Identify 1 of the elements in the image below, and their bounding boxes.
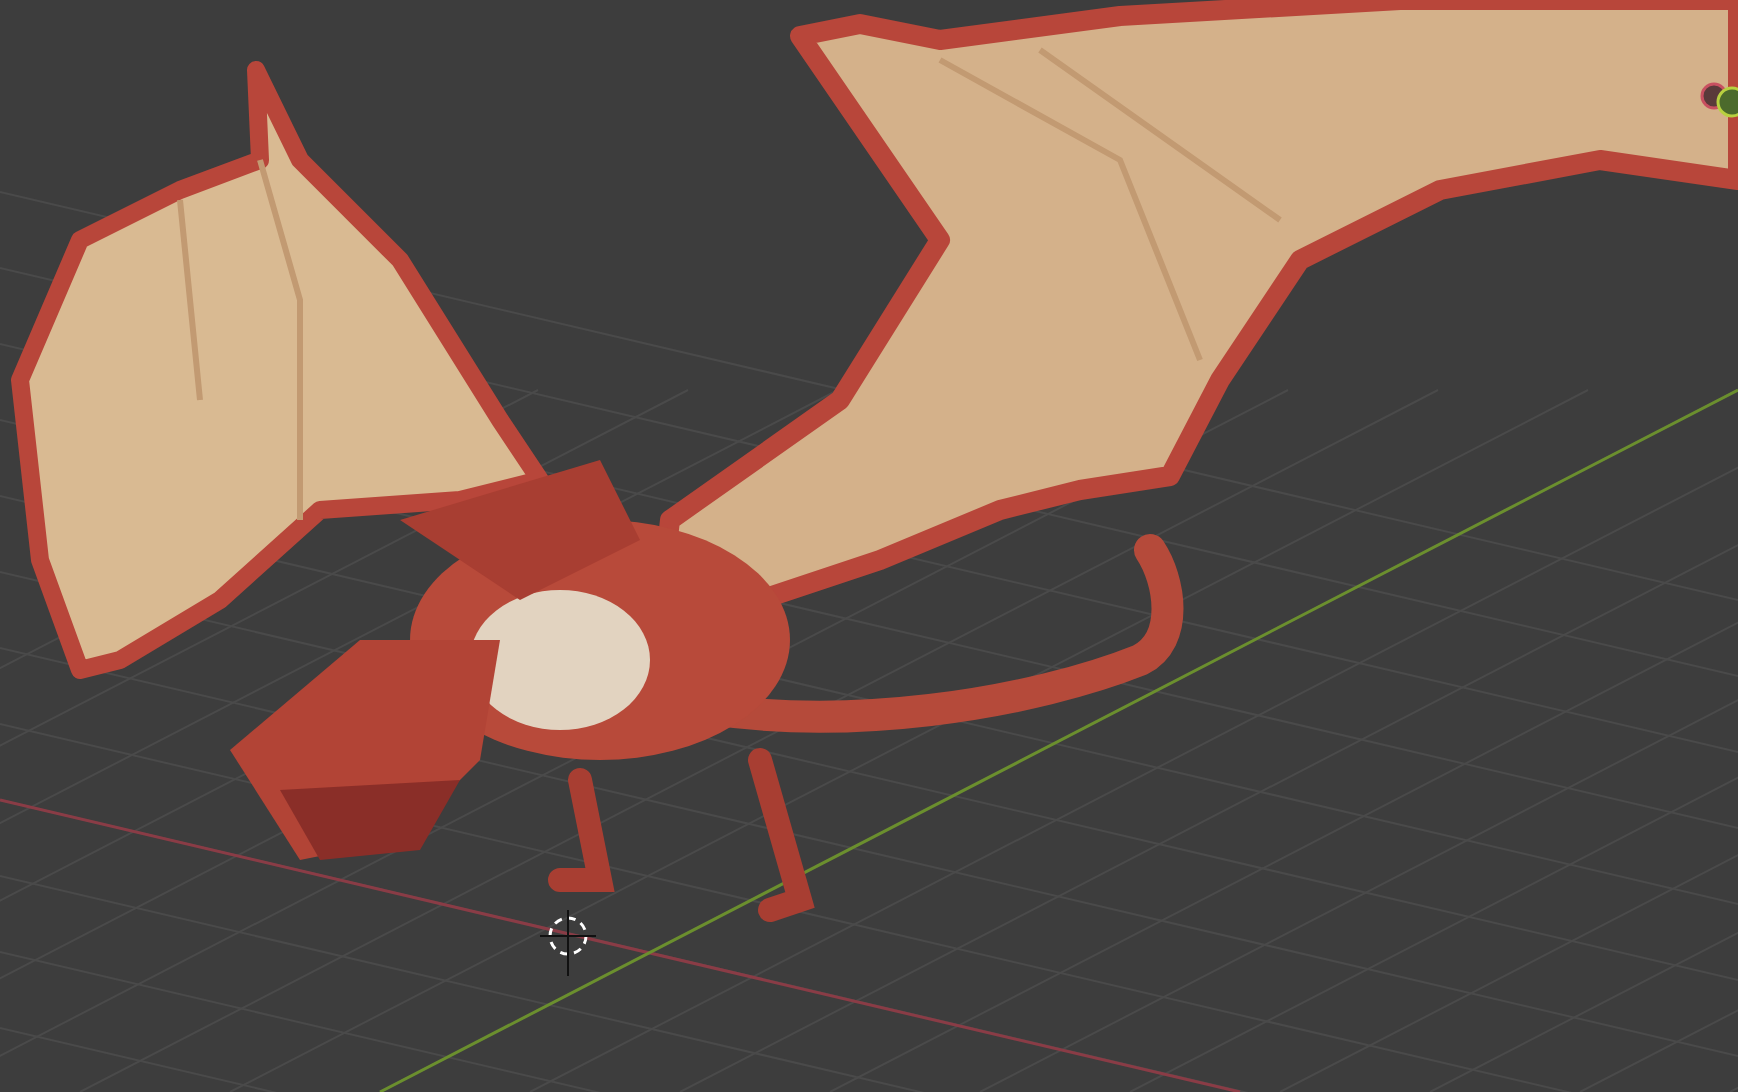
axis-gizmo-icon[interactable] bbox=[1700, 82, 1738, 118]
